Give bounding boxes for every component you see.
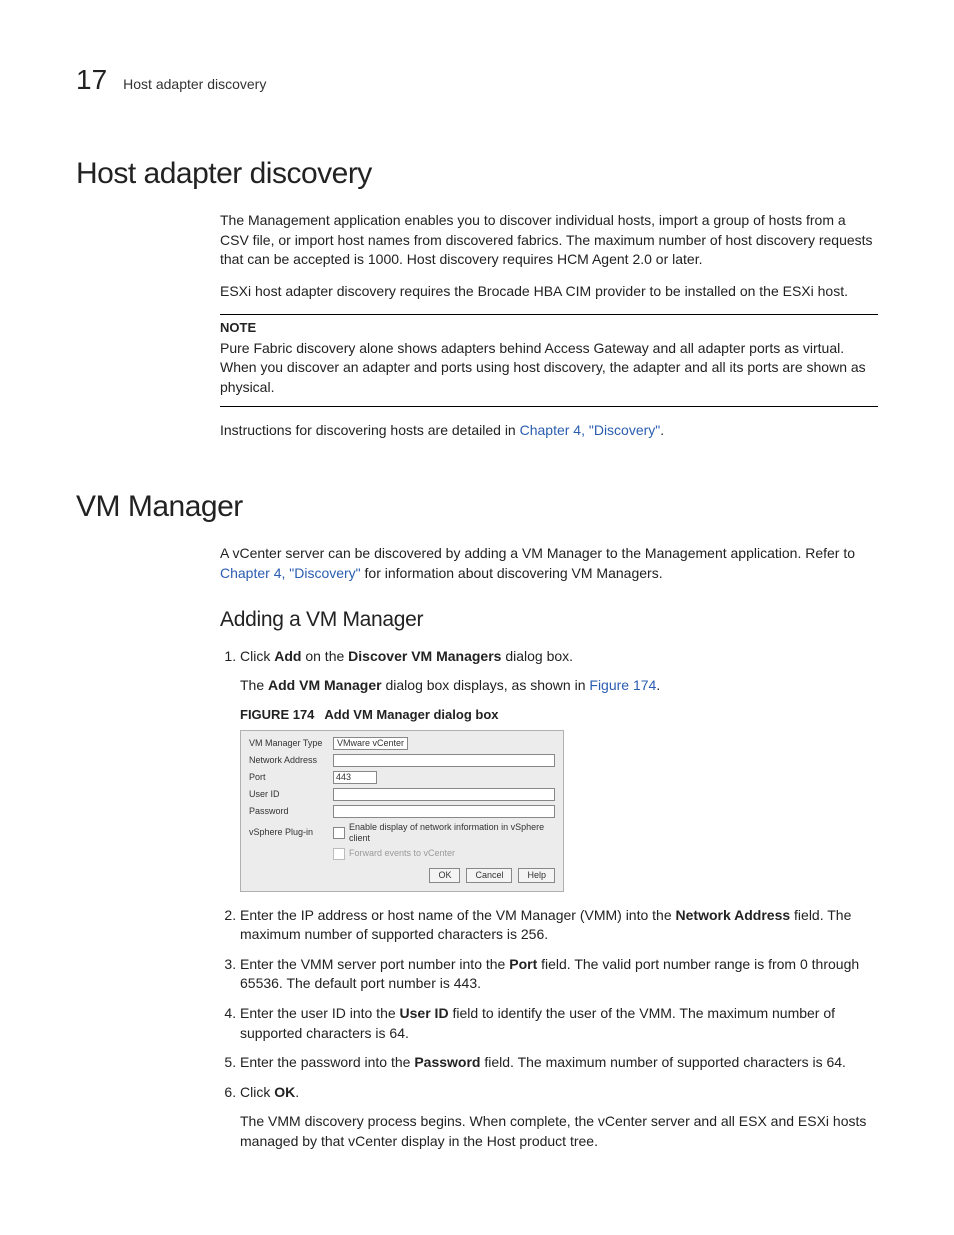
label-port: Port xyxy=(249,772,327,783)
step-3: Enter the VMM server port number into th… xyxy=(240,955,878,994)
text: Enter the user ID into the xyxy=(240,1005,400,1021)
steps-list: Click Add on the Discover VM Managers di… xyxy=(220,647,878,1152)
text: . xyxy=(656,677,660,693)
note-body: Pure Fabric discovery alone shows adapte… xyxy=(220,339,878,398)
text-bold: Port xyxy=(509,956,537,972)
text: for information about discovering VM Man… xyxy=(361,565,663,581)
paragraph: The VMM discovery process begins. When c… xyxy=(240,1112,878,1151)
text: on the xyxy=(301,648,348,664)
user-id-field[interactable] xyxy=(333,788,555,801)
paragraph: The Add VM Manager dialog box displays, … xyxy=(240,676,878,696)
text: Enter the password into the xyxy=(240,1054,414,1070)
step-1: Click Add on the Discover VM Managers di… xyxy=(240,647,878,892)
paragraph: The Management application enables you t… xyxy=(220,211,878,270)
vm-manager-type-field[interactable]: VMware vCenter xyxy=(333,737,408,750)
figure-caption: FIGURE 174 Add VM Manager dialog box xyxy=(240,706,878,724)
chapter-number: 17 xyxy=(76,60,107,99)
text: The xyxy=(240,677,268,693)
note-box: NOTE Pure Fabric discovery alone shows a… xyxy=(220,314,878,407)
text-bold: User ID xyxy=(400,1005,449,1021)
text: Enter the IP address or host name of the… xyxy=(240,907,676,923)
text: . xyxy=(660,422,664,438)
password-field[interactable] xyxy=(333,805,555,818)
text: A vCenter server can be discovered by ad… xyxy=(220,545,855,561)
text: . xyxy=(295,1084,299,1100)
label-vm-manager-type: VM Manager Type xyxy=(249,738,327,749)
text: dialog box. xyxy=(501,648,573,664)
text: Click xyxy=(240,648,274,664)
paragraph: ESXi host adapter discovery requires the… xyxy=(220,282,878,302)
text: Click xyxy=(240,1084,274,1100)
breadcrumb: Host adapter discovery xyxy=(123,75,266,95)
link-figure-174[interactable]: Figure 174 xyxy=(589,677,656,693)
help-button[interactable]: Help xyxy=(518,868,555,883)
figure-title: Add VM Manager dialog box xyxy=(324,707,498,722)
step-6: Click OK. The VMM discovery process begi… xyxy=(240,1083,878,1152)
paragraph: Instructions for discovering hosts are d… xyxy=(220,421,878,441)
text: dialog box displays, as shown in xyxy=(382,677,590,693)
note-label: NOTE xyxy=(220,319,878,337)
text-bold: Password xyxy=(414,1054,480,1070)
text: field. The maximum number of supported c… xyxy=(480,1054,845,1070)
enable-display-checkbox[interactable] xyxy=(333,827,345,839)
page-header: 17 Host adapter discovery xyxy=(76,60,878,99)
text: Enter the VMM server port number into th… xyxy=(240,956,509,972)
text-bold: Discover VM Managers xyxy=(348,648,501,664)
text-bold: Add xyxy=(274,648,301,664)
section-title-host-adapter: Host adapter discovery xyxy=(76,153,878,195)
label-user-id: User ID xyxy=(249,789,327,800)
ok-button[interactable]: OK xyxy=(429,868,460,883)
link-chapter-discovery[interactable]: Chapter 4, "Discovery" xyxy=(520,422,661,438)
label-password: Password xyxy=(249,806,327,817)
link-chapter-discovery[interactable]: Chapter 4, "Discovery" xyxy=(220,565,361,581)
label-vsphere-plugin: vSphere Plug-in xyxy=(249,827,327,838)
step-2: Enter the IP address or host name of the… xyxy=(240,906,878,945)
text-bold: Add VM Manager xyxy=(268,677,382,693)
port-field[interactable]: 443 xyxy=(333,771,377,784)
step-4: Enter the user ID into the User ID field… xyxy=(240,1004,878,1043)
text: Instructions for discovering hosts are d… xyxy=(220,422,520,438)
subsection-title-adding-vm-manager: Adding a VM Manager xyxy=(220,605,878,634)
forward-events-label: Forward events to vCenter xyxy=(349,848,455,859)
forward-events-checkbox[interactable] xyxy=(333,848,345,860)
step-5: Enter the password into the Password fie… xyxy=(240,1053,878,1073)
text-bold: Network Address xyxy=(676,907,791,923)
cancel-button[interactable]: Cancel xyxy=(466,868,512,883)
add-vm-manager-dialog: VM Manager Type VMware vCenter Network A… xyxy=(240,730,564,892)
network-address-field[interactable] xyxy=(333,754,555,767)
figure-number: FIGURE 174 xyxy=(240,707,314,722)
paragraph: A vCenter server can be discovered by ad… xyxy=(220,544,878,583)
label-network-address: Network Address xyxy=(249,755,327,766)
section-title-vm-manager: VM Manager xyxy=(76,486,878,528)
enable-display-label: Enable display of network information in… xyxy=(349,822,555,844)
text-bold: OK xyxy=(274,1084,295,1100)
